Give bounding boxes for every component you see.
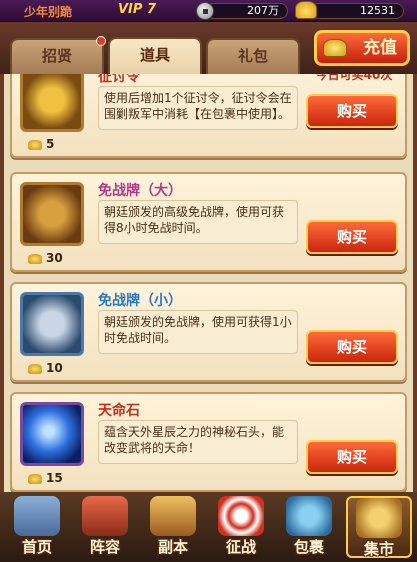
blue-orb-icon [20, 402, 84, 466]
item-price: 5 [28, 137, 54, 151]
nav-dungeon[interactable]: 副本 [140, 496, 206, 558]
shop-item-card: 征讨令 使用后增加1个征讨令，征讨令会在围剿叛军中消耗【在包裹中使用】。 5 今… [10, 74, 407, 158]
item-title: 征讨令 [98, 74, 140, 85]
recharge-label: 充值 [363, 38, 397, 58]
buy-button[interactable]: 购买 [306, 330, 398, 364]
token-icon [20, 74, 84, 132]
silver-coin-icon [196, 2, 214, 20]
nav-conquest[interactable]: 征战 [208, 496, 274, 558]
nav-label: 阵容 [89, 538, 120, 556]
player-name: 少年别跪 [24, 5, 73, 19]
nav-label: 征战 [225, 538, 256, 556]
banner-icon [82, 496, 128, 536]
notification-dot [96, 36, 106, 46]
shield-plaque-icon [20, 182, 84, 246]
buy-button[interactable]: 购买 [306, 94, 398, 128]
gold-ingot-icon [295, 1, 317, 19]
price-value: 15 [46, 471, 63, 485]
item-title: 天命石 [98, 403, 140, 419]
market-bag-icon [356, 498, 402, 538]
item-list[interactable]: 征讨令 使用后增加1个征讨令，征讨令会在围剿叛军中消耗【在包裹中使用】。 5 今… [0, 74, 417, 492]
gold-ingot-icon [323, 39, 347, 57]
price-value: 10 [46, 361, 63, 375]
gold-ingot-icon [28, 139, 42, 150]
shop-item-card: 免战牌（小） 朝廷颁发的免战牌，使用可获得1小时免战时间。 10 购买 [10, 282, 407, 382]
nav-label: 首页 [21, 538, 52, 556]
item-price: 30 [28, 251, 63, 265]
item-description: 朝廷颁发的免战牌，使用可获得1小时免战时间。 [98, 310, 298, 354]
item-price: 15 [28, 471, 63, 485]
bag-icon [286, 496, 332, 536]
tab-label: 招贤 [41, 47, 72, 65]
item-description: 使用后增加1个征讨令，征讨令会在围剿叛军中消耗【在包裹中使用】。 [98, 86, 298, 130]
vip-level: VIP 7 [118, 2, 156, 17]
item-description: 蕴含天外星辰之力的神秘石头，能改变武将的天命！ [98, 420, 298, 464]
shop-item-card: 天命石 蕴含天外星辰之力的神秘石头，能改变武将的天命！ 15 购买 [10, 392, 407, 492]
item-title: 免战牌（小） [98, 293, 182, 309]
buy-button[interactable]: 购买 [306, 220, 398, 254]
target-icon [218, 496, 264, 536]
price-value: 5 [46, 137, 55, 151]
status-bar: 少年别跪 VIP 7 207万 12531 [0, 0, 417, 22]
buy-button[interactable]: 购买 [306, 440, 398, 474]
recharge-button[interactable]: 充值 [314, 30, 410, 66]
item-price: 10 [28, 361, 63, 375]
item-title: 免战牌（大） [98, 183, 182, 199]
tab-recruit[interactable]: 招贤 [10, 36, 106, 74]
shop-item-card: 免战牌（大） 朝廷颁发的高级免战牌，使用可获得8小时免战时间。 30 购买 [10, 172, 407, 272]
gold-ingot-icon [28, 473, 42, 484]
gold-ingot-icon [28, 253, 42, 264]
silver-counter: 207万 [206, 3, 288, 19]
nav-bag[interactable]: 包裹 [276, 496, 342, 558]
nav-lineup[interactable]: 阵容 [72, 496, 138, 558]
tab-label: 道具 [139, 46, 170, 64]
tab-label: 礼包 [237, 47, 268, 65]
tab-items[interactable]: 道具 [108, 37, 202, 75]
nav-label: 集市 [363, 540, 394, 558]
price-value: 30 [46, 251, 63, 265]
item-description: 朝廷颁发的高级免战牌，使用可获得8小时免战时间。 [98, 200, 298, 244]
nav-home[interactable]: 首页 [4, 496, 70, 558]
nav-label: 副本 [157, 538, 188, 556]
gold-ingot-icon [28, 363, 42, 374]
sword-icon [150, 496, 196, 536]
plaque-icon [20, 292, 84, 356]
nav-label: 包裹 [293, 538, 324, 556]
gold-counter: 12531 [310, 3, 404, 19]
purchase-limit: 今日可买40次 [315, 74, 393, 82]
bottom-nav: 首页 阵容 副本 征战 包裹 集市 [0, 492, 417, 562]
tab-gift-packs[interactable]: 礼包 [206, 38, 300, 74]
nav-market[interactable]: 集市 [346, 496, 412, 558]
castle-icon [14, 496, 60, 536]
